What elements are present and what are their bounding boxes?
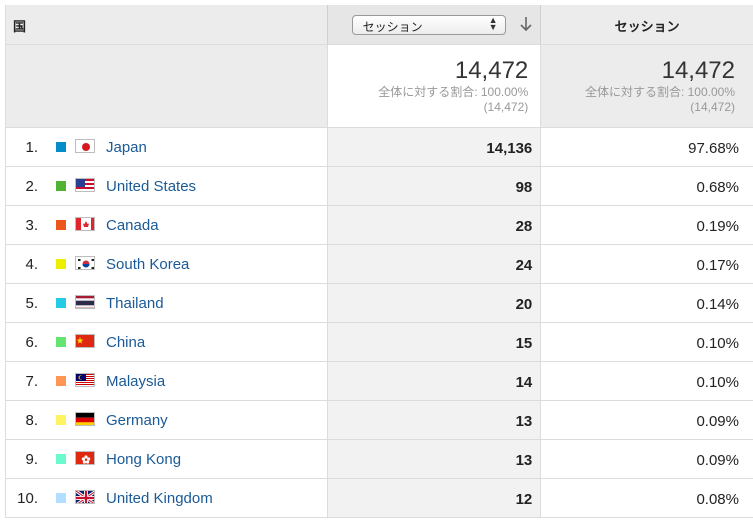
series-color-swatch: [56, 142, 66, 152]
metric-column-header[interactable]: セッション: [540, 5, 753, 44]
thailand-flag-icon: [75, 295, 95, 309]
share-cell: 97.68%: [540, 128, 753, 166]
metric-select[interactable]: セッション ▲ ▼: [351, 15, 506, 35]
country-link[interactable]: United Kingdom: [106, 490, 213, 507]
series-color-swatch: [56, 337, 66, 347]
sessions-cell: 13: [326, 440, 541, 478]
table-row: 10. United Kingdom 12 0.08%: [6, 479, 753, 518]
totals-row: 14,472 全体に対する割合: 100.00% (14,472) 14,472…: [6, 45, 753, 128]
row-rank: 5.: [25, 295, 38, 312]
table-row: 6. China 15 0.10%: [6, 323, 753, 362]
row-rank: 7.: [25, 373, 38, 390]
sessions-total-count: (14,472): [483, 100, 529, 114]
country-link[interactable]: United States: [106, 178, 196, 195]
series-color-swatch: [56, 415, 66, 425]
series-color-swatch: [56, 259, 66, 269]
table-row: 8. Germany 13 0.09%: [6, 401, 753, 440]
table-row: 7. Malaysia 14 0.10%: [6, 362, 753, 401]
table-row: 3. Canada 28 0.19%: [6, 206, 753, 245]
sessions-cell: 24: [326, 245, 541, 283]
sessions-cell: 12: [326, 479, 541, 517]
table-row: 5. Thailand 20 0.14%: [6, 284, 753, 323]
share-cell: 0.68%: [540, 167, 753, 205]
sessions-cell: 98: [326, 167, 541, 205]
country-link[interactable]: Germany: [106, 412, 168, 429]
row-rank: 10.: [17, 490, 38, 507]
table-row: 4. South Korea 24 0.17%: [6, 245, 753, 284]
germany-flag-icon: [75, 412, 95, 426]
share-total-pct: 全体に対する割合: 100.00%: [584, 85, 735, 99]
share-cell: 0.10%: [540, 362, 753, 400]
sessions-cell: 28: [326, 206, 541, 244]
country-link[interactable]: Thailand: [106, 295, 164, 312]
dimension-header: 国: [13, 19, 27, 34]
sessions-cell: 15: [326, 323, 541, 361]
sessions-cell: 13: [326, 401, 541, 439]
sessions-cell: 14: [326, 362, 541, 400]
metric-select-header: セッション ▲ ▼: [326, 5, 541, 44]
sessions-cell: 20: [326, 284, 541, 322]
row-rank: 9.: [25, 451, 38, 468]
table-row: 2. United States 98 0.68%: [6, 167, 753, 206]
china-flag-icon: [75, 334, 95, 348]
sessions-total-pct: 全体に対する割合: 100.00%: [378, 85, 529, 99]
country-link[interactable]: South Korea: [106, 256, 189, 273]
row-rank: 2.: [25, 178, 38, 195]
table-row: 1. Japan 14,136 97.68%: [6, 128, 753, 167]
hong-kong-flag-icon: [75, 451, 95, 465]
country-link[interactable]: Hong Kong: [106, 451, 181, 468]
select-arrows-icon: ▲ ▼: [488, 15, 498, 32]
row-rank: 3.: [25, 217, 38, 234]
canada-flag-icon: [75, 217, 95, 231]
table-header: 国 セッション ▲ ▼ セッション: [6, 5, 753, 45]
sessions-total-value: 14,472: [454, 57, 529, 84]
series-color-swatch: [56, 454, 66, 464]
row-rank: 1.: [25, 139, 38, 156]
share-total-count: (14,472): [690, 100, 735, 114]
table-row: 9. Hong Kong 13 0.09%: [6, 440, 753, 479]
metric-select-value: セッション: [362, 20, 423, 34]
united-kingdom-flag-icon: [75, 490, 95, 504]
country-link[interactable]: China: [106, 334, 145, 351]
share-cell: 0.10%: [540, 323, 753, 361]
sessions-total-cell: 14,472 全体に対する割合: 100.00% (14,472): [326, 45, 541, 127]
share-cell: 0.08%: [540, 479, 753, 517]
row-rank: 4.: [25, 256, 38, 273]
row-rank: 6.: [25, 334, 38, 351]
malaysia-flag-icon: [75, 373, 95, 387]
share-cell: 0.14%: [540, 284, 753, 322]
share-cell: 0.09%: [540, 440, 753, 478]
country-link[interactable]: Malaysia: [106, 373, 165, 390]
south-korea-flag-icon: [75, 256, 95, 270]
country-sessions-table: 国 セッション ▲ ▼ セッション 14,472 全体に対する割合: 100.00…: [5, 5, 753, 518]
japan-flag-icon: [75, 139, 95, 153]
share-cell: 0.17%: [540, 245, 753, 283]
series-color-swatch: [56, 220, 66, 230]
series-color-swatch: [56, 298, 66, 308]
series-color-swatch: [56, 493, 66, 503]
table-body: 1. Japan 14,136 97.68% 2. United States …: [6, 128, 753, 518]
sessions-cell: 14,136: [326, 128, 541, 166]
country-link[interactable]: Canada: [106, 217, 159, 234]
country-link[interactable]: Japan: [106, 139, 147, 156]
share-cell: 0.19%: [540, 206, 753, 244]
sort-descending-icon[interactable]: [519, 14, 533, 34]
share-cell: 0.09%: [540, 401, 753, 439]
united-states-flag-icon: [75, 178, 95, 192]
share-total-cell: 14,472 全体に対する割合: 100.00% (14,472): [540, 45, 753, 127]
series-color-swatch: [56, 181, 66, 191]
row-rank: 8.: [25, 412, 38, 429]
series-color-swatch: [56, 376, 66, 386]
share-total-value: 14,472: [661, 57, 735, 84]
